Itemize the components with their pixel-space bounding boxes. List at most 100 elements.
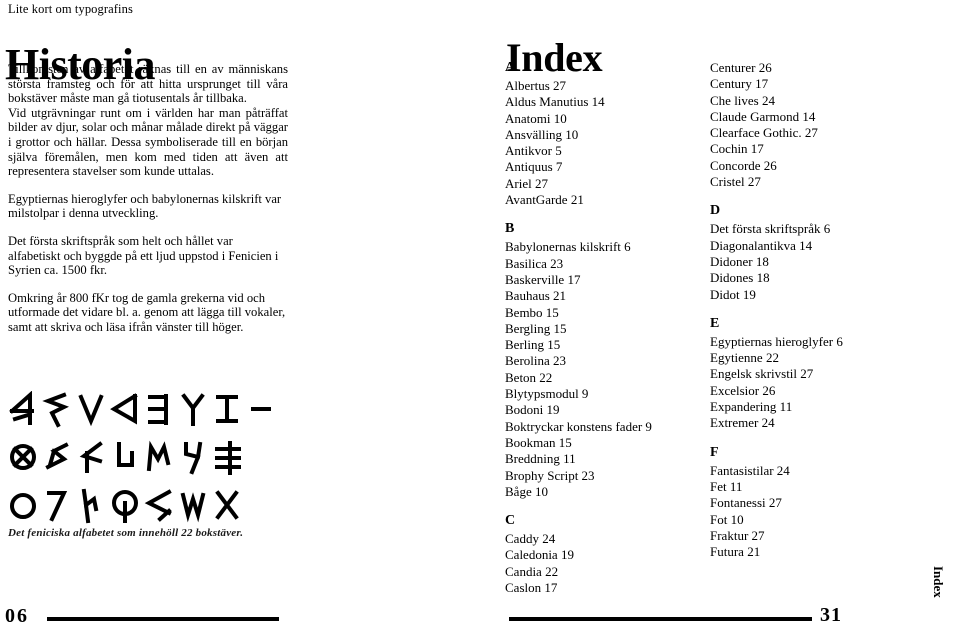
phoenician-glyph-yodh-icon bbox=[40, 436, 74, 480]
index-entry[interactable]: Aldus Manutius 14 bbox=[505, 94, 695, 110]
index-entry[interactable]: Bergling 15 bbox=[505, 321, 695, 337]
index-entry[interactable]: Didot 19 bbox=[710, 287, 940, 303]
index-column-two: Centurer 26 Century 17 Che lives 24 Clau… bbox=[710, 60, 940, 560]
phoenician-glyph-kaph-icon bbox=[74, 436, 108, 480]
phoenician-glyph-he-icon bbox=[142, 388, 176, 432]
index-letter-heading-b: B bbox=[505, 221, 515, 237]
index-entry[interactable]: Che lives 24 bbox=[710, 93, 940, 109]
index-entry[interactable]: Didones 18 bbox=[710, 270, 940, 286]
footer-rule-right bbox=[509, 617, 812, 621]
index-entry[interactable]: Ansvälling 10 bbox=[505, 127, 695, 143]
index-entry[interactable]: Beton 22 bbox=[505, 370, 695, 386]
index-entry[interactable]: Extremer 24 bbox=[710, 415, 940, 431]
index-entry[interactable]: Fraktur 27 bbox=[710, 528, 940, 544]
index-entry[interactable]: Berling 15 bbox=[505, 337, 695, 353]
index-entry[interactable]: Det första skriftspråk 6 bbox=[710, 221, 940, 237]
index-entry[interactable]: Basilica 23 bbox=[505, 256, 695, 272]
index-entry[interactable]: Diagonalantikva 14 bbox=[710, 238, 940, 254]
phoenician-glyph-lamedh-icon bbox=[108, 436, 142, 480]
index-entry[interactable]: Bauhaus 21 bbox=[505, 288, 695, 304]
index-entry[interactable]: Antiquus 7 bbox=[505, 159, 695, 175]
figure-caption: Det feniciska alfabetet som innehöll 22 … bbox=[8, 527, 244, 539]
index-entry[interactable]: Babylonernas kilskrift 6 bbox=[505, 239, 695, 255]
index-letter-heading-f: F bbox=[710, 444, 719, 460]
phoenician-glyph-sin-icon bbox=[176, 484, 210, 528]
index-entry[interactable]: Expandering 11 bbox=[710, 399, 940, 415]
phoenician-glyph-nun-icon bbox=[176, 436, 210, 480]
phoenician-glyph-daleth-icon bbox=[108, 388, 142, 432]
phoenician-glyph-heth-icon bbox=[244, 388, 278, 432]
phoenician-glyph-res-icon bbox=[142, 484, 176, 528]
glyph-row-2 bbox=[6, 434, 278, 482]
index-entry[interactable]: Centurer 26 bbox=[710, 60, 940, 76]
glyph-row-1 bbox=[6, 386, 278, 434]
index-entry[interactable]: Engelsk skrivstil 27 bbox=[710, 366, 940, 382]
index-entry[interactable]: Candia 22 bbox=[505, 564, 695, 580]
index-entry[interactable]: Blytypsmodul 9 bbox=[505, 386, 695, 402]
index-entry[interactable]: Cristel 27 bbox=[710, 174, 940, 190]
index-entry[interactable]: Boktryckar konstens fader 9 bbox=[505, 419, 695, 435]
phoenician-glyph-zayin-icon bbox=[210, 388, 244, 432]
index-entry[interactable]: Fot 10 bbox=[710, 512, 940, 528]
index-entry[interactable]: Berolina 23 bbox=[505, 353, 695, 369]
index-entry[interactable]: Albertus 27 bbox=[505, 78, 695, 94]
phoenician-alphabet-figure bbox=[6, 386, 278, 530]
index-entry[interactable]: Bembo 15 bbox=[505, 305, 695, 321]
phoenician-glyph-gimel-icon bbox=[74, 388, 108, 432]
paragraph-5: Omkring år 800 fKr tog de gamla grekerna… bbox=[8, 290, 286, 334]
left-page: Lite kort om typografins Historia Tillko… bbox=[0, 0, 480, 636]
index-entry[interactable]: Egytienne 22 bbox=[710, 350, 940, 366]
index-entry[interactable]: Caledonia 19 bbox=[505, 547, 695, 563]
page-spread: Lite kort om typografins Historia Tillko… bbox=[0, 0, 960, 636]
index-entry[interactable]: Baskerville 17 bbox=[505, 272, 695, 288]
index-entry[interactable]: Caslon 17 bbox=[505, 580, 695, 596]
index-entry[interactable]: Clearface Gothic. 27 bbox=[710, 125, 940, 141]
side-tab: Index bbox=[930, 566, 950, 626]
phoenician-glyph-ayin-icon bbox=[6, 484, 40, 528]
glyph-row-3 bbox=[6, 482, 278, 530]
phoenician-glyph-mem-icon bbox=[142, 436, 176, 480]
index-entry[interactable]: Antikvor 5 bbox=[505, 143, 695, 159]
index-entry[interactable]: Breddning 11 bbox=[505, 451, 695, 467]
phoenician-glyph-aleph-icon bbox=[6, 388, 40, 432]
phoenician-glyph-sade-icon bbox=[74, 484, 108, 528]
index-entry[interactable]: Century 17 bbox=[710, 76, 940, 92]
index-entry[interactable]: Fantasistilar 24 bbox=[710, 463, 940, 479]
index-entry[interactable]: Egyptiernas hieroglyfer 6 bbox=[710, 334, 940, 350]
footer-rule-left bbox=[47, 617, 279, 621]
index-entry[interactable]: Båge 10 bbox=[505, 484, 695, 500]
index-entry[interactable]: Didoner 18 bbox=[710, 254, 940, 270]
index-entry[interactable]: Brophy Script 23 bbox=[505, 468, 695, 484]
chapter-kicker: Lite kort om typografins bbox=[8, 2, 133, 16]
phoenician-glyph-taw-icon bbox=[210, 484, 244, 528]
index-entry[interactable]: Caddy 24 bbox=[505, 531, 695, 547]
index-entry[interactable]: Fontanessi 27 bbox=[710, 495, 940, 511]
index-column-one: A Albertus 27 Aldus Manutius 14 Anatomi … bbox=[505, 60, 695, 596]
body-text-column: Tillkomsten av alfabetet räknas till en … bbox=[8, 62, 288, 335]
folio-left: 06 bbox=[5, 605, 29, 627]
index-entry[interactable]: AvantGarde 21 bbox=[505, 192, 695, 208]
paragraph-4: Det första skriftspråk som helt och håll… bbox=[8, 233, 279, 278]
phoenician-glyph-beth-icon bbox=[40, 388, 74, 432]
index-entry[interactable]: Concorde 26 bbox=[710, 158, 940, 174]
paragraph-3: Egyptiernas hieroglyfer och babylonernas… bbox=[8, 191, 282, 221]
paragraph-2: Vid utgrävningar runt om i världen har m… bbox=[8, 105, 288, 179]
phoenician-glyph-samekh-icon bbox=[210, 436, 244, 480]
index-entry[interactable]: Ariel 27 bbox=[505, 176, 695, 192]
index-letter-heading-e: E bbox=[710, 315, 720, 331]
phoenician-glyph-pe-icon bbox=[40, 484, 74, 528]
index-entry[interactable]: Excelsior 26 bbox=[710, 383, 940, 399]
index-letter-heading-c: C bbox=[505, 513, 516, 529]
paragraph-1: Tillkomsten av alfabetet räknas till en … bbox=[8, 62, 288, 106]
right-page: Index A Albertus 27 Aldus Manutius 14 An… bbox=[480, 0, 960, 636]
index-entry[interactable]: Futura 21 bbox=[710, 544, 940, 560]
index-entry[interactable]: Anatomi 10 bbox=[505, 111, 695, 127]
side-tab-label: Index bbox=[931, 566, 946, 598]
index-letter-heading-d: D bbox=[710, 203, 721, 219]
index-entry[interactable]: Bookman 15 bbox=[505, 435, 695, 451]
index-entry[interactable]: Cochin 17 bbox=[710, 141, 940, 157]
index-entry[interactable]: Bodoni 19 bbox=[505, 402, 695, 418]
index-entry[interactable]: Fet 11 bbox=[710, 479, 940, 495]
index-entry[interactable]: Claude Garmond 14 bbox=[710, 109, 940, 125]
index-letter-heading-a: A bbox=[505, 60, 516, 75]
